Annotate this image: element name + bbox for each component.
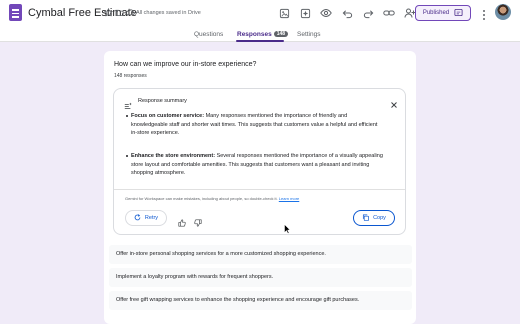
copy-label: Copy [373, 215, 386, 221]
response-count: 148 responses [114, 73, 147, 79]
published-label: Published [422, 10, 450, 16]
summary-title: Response summary [138, 98, 187, 104]
tab-settings[interactable]: Settings [297, 31, 321, 38]
mouse-pointer-icon [284, 221, 291, 234]
retry-icon [134, 213, 141, 223]
link-icon[interactable] [383, 7, 395, 19]
summary-bullet-store-environment: Enhance the store environment: Several r… [126, 152, 383, 178]
summary-bullet-customer-service: Focus on customer service: Many response… [126, 112, 383, 138]
disclaimer-text: Gemini for Workspace can make mistakes, … [125, 196, 278, 201]
more-options-icon[interactable] [482, 8, 486, 20]
palette-icon[interactable] [278, 7, 290, 19]
thumbs-down-icon[interactable] [194, 214, 202, 227]
account-avatar[interactable] [495, 4, 511, 20]
star-icon[interactable] [104, 8, 113, 17]
question-response-card: How can we improve our in-store experien… [104, 51, 416, 324]
toolbar [278, 7, 416, 19]
response-item: Implement a loyalty program with rewards… [109, 268, 412, 287]
divider [114, 189, 405, 190]
published-button[interactable]: Published [415, 5, 471, 21]
publish-options-icon [454, 8, 463, 19]
summary-list-icon [124, 97, 132, 109]
response-summary-panel: Response summary Focus on customer servi… [113, 88, 406, 235]
bullet-heading: Focus on customer service: [131, 113, 205, 119]
copy-button[interactable]: Copy [353, 210, 395, 226]
title-icons [104, 8, 135, 17]
save-status: All changes saved in Drive [136, 10, 201, 16]
form-tabs: Questions Responses 148 Settings [0, 28, 520, 42]
responses-count-badge: 148 [273, 31, 289, 37]
tab-settings-label: Settings [297, 31, 321, 38]
forms-logo-icon[interactable] [9, 4, 22, 21]
preview-eye-icon[interactable] [320, 7, 332, 19]
gemini-disclaimer: Gemini for Workspace can make mistakes, … [125, 196, 299, 201]
learn-more-link[interactable]: Learn more [279, 196, 299, 201]
undo-icon[interactable] [341, 7, 353, 19]
tab-responses-label: Responses [237, 31, 272, 38]
response-item: Offer free gift wrapping services to enh… [109, 291, 412, 310]
thumbs-up-icon[interactable] [178, 214, 186, 227]
top-app-bar: Cymbal Free Estimate All changes saved i… [0, 0, 520, 28]
active-tab-indicator [236, 40, 284, 42]
cloud-saved-icon [126, 8, 135, 17]
ai-sparkle-icon[interactable] [299, 7, 311, 19]
response-item: Offer in-store personal shopping service… [109, 245, 412, 264]
tab-questions[interactable]: Questions [194, 31, 223, 38]
retry-label: Retry [144, 215, 159, 221]
copy-icon [362, 214, 369, 223]
move-folder-icon[interactable] [115, 8, 124, 17]
close-icon[interactable] [390, 96, 398, 108]
retry-button[interactable]: Retry [125, 210, 167, 226]
bullet-heading: Enhance the store environment: [131, 153, 216, 159]
tab-responses[interactable]: Responses 148 [237, 31, 289, 38]
question-title: How can we improve our in-store experien… [114, 61, 257, 68]
redo-icon[interactable] [362, 7, 374, 19]
tab-questions-label: Questions [194, 31, 224, 38]
